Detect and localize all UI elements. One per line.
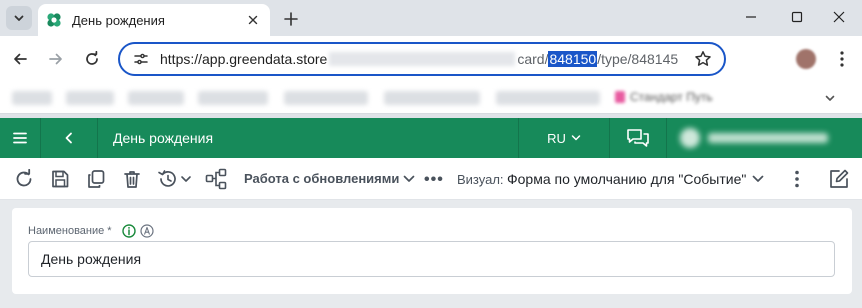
- bookmark-item[interactable]: [128, 91, 184, 105]
- visual-value: Форма по умолчанию для "Событие": [507, 171, 747, 187]
- url-selected: 848150: [548, 51, 598, 67]
- chat-button[interactable]: [610, 118, 666, 158]
- info-icon[interactable]: [121, 224, 136, 238]
- refresh-button[interactable]: [12, 167, 36, 191]
- url-text: https://app.greendata.store card/ 848150…: [160, 51, 692, 67]
- app-header: День рождения RU: [0, 118, 862, 158]
- save-button[interactable]: [48, 167, 72, 191]
- chevron-down-icon: [825, 95, 835, 101]
- reload-icon: [86, 51, 98, 65]
- copy-button[interactable]: [84, 167, 108, 191]
- tab-title: День рождения: [72, 12, 165, 28]
- bookmarks-overflow-button[interactable]: [822, 90, 838, 106]
- kebab-menu-icon: [840, 51, 844, 67]
- more-actions-button[interactable]: •••: [424, 171, 444, 189]
- language-label: RU: [547, 130, 566, 146]
- edit-icon: [830, 169, 849, 188]
- bookmark-item[interactable]: [66, 91, 114, 105]
- chevron-down-icon: [14, 15, 24, 21]
- page-title: День рождения: [113, 130, 214, 146]
- visual-dropdown[interactable]: Форма по умолчанию для "Событие": [507, 171, 764, 187]
- name-field-label-row: Наименование *: [28, 224, 154, 238]
- bookmark-item[interactable]: [384, 91, 480, 105]
- save-icon: [52, 170, 69, 188]
- bookmark-star-icon[interactable]: [692, 48, 714, 70]
- tab-search-button[interactable]: [6, 6, 32, 30]
- browser-tabstrip: День рождения: [0, 0, 862, 36]
- close-icon: [833, 11, 845, 23]
- bookmark-label: Стандарт Путь: [630, 90, 713, 104]
- kebab-menu-icon: [795, 170, 799, 188]
- language-selector[interactable]: RU: [519, 118, 609, 158]
- auto-text-icon[interactable]: [139, 224, 154, 238]
- edit-form-button[interactable]: [826, 166, 852, 192]
- bookmark-item[interactable]: [198, 91, 268, 105]
- bookmark-favicon-icon: [615, 91, 625, 103]
- bookmarks-bar: Стандарт Путь: [0, 82, 862, 114]
- copy-icon: [88, 170, 105, 188]
- refresh-icon: [16, 169, 32, 187]
- url-middle: card/: [517, 51, 549, 67]
- bookmark-item[interactable]: [12, 91, 52, 105]
- plus-icon: [284, 12, 298, 26]
- profile-avatar[interactable]: [796, 49, 816, 69]
- chevron-down-icon: [404, 175, 415, 182]
- history-button[interactable]: [156, 167, 194, 191]
- close-window-button[interactable]: [816, 0, 862, 34]
- user-name-redacted: [708, 133, 828, 143]
- url-suffix: /type/848145: [597, 51, 679, 67]
- greendata-logo-icon: [47, 13, 61, 27]
- browser-menu-button[interactable]: [832, 47, 852, 71]
- bookmark-item[interactable]: Стандарт Путь: [614, 90, 713, 104]
- name-field-label: Наименование *: [28, 225, 112, 237]
- address-bar[interactable]: https://app.greendata.store card/ 848150…: [118, 42, 726, 76]
- minimize-icon: [746, 16, 756, 18]
- form-area: Наименование *: [0, 200, 862, 308]
- update-mode-dropdown[interactable]: Работа с обновлениями: [244, 171, 415, 186]
- user-menu[interactable]: [680, 127, 848, 149]
- maximize-button[interactable]: [774, 0, 820, 34]
- history-icon: [158, 170, 191, 187]
- share-nodes-icon: [205, 168, 227, 190]
- chevron-left-icon: [65, 132, 72, 144]
- chevron-down-icon: [753, 175, 764, 182]
- new-tab-button[interactable]: [280, 8, 302, 30]
- maximize-icon: [791, 11, 803, 23]
- close-tab-icon[interactable]: [244, 11, 262, 29]
- browser-toolbar: https://app.greendata.store card/ 848150…: [0, 36, 862, 82]
- back-nav-button[interactable]: [41, 118, 97, 158]
- hamburger-icon: [13, 132, 27, 144]
- relations-button[interactable]: [204, 167, 228, 191]
- visual-options-button[interactable]: [790, 167, 804, 191]
- forward-button[interactable]: [44, 47, 68, 71]
- reload-button[interactable]: [80, 47, 104, 71]
- visual-label: Визуал:: [457, 172, 504, 187]
- site-info-icon[interactable]: [132, 50, 150, 68]
- arrow-left-icon: [14, 53, 27, 65]
- chat-icon: [627, 129, 649, 147]
- trash-icon: [124, 171, 140, 188]
- bookmark-item[interactable]: [496, 91, 600, 105]
- minimize-button[interactable]: [728, 0, 774, 34]
- delete-button[interactable]: [120, 167, 144, 191]
- browser-tab-active[interactable]: День рождения: [38, 4, 270, 36]
- avatar: [680, 128, 700, 148]
- record-toolbar: Работа с обновлениями ••• Визуал: Форма …: [0, 158, 862, 200]
- url-redacted: [329, 52, 516, 66]
- name-input[interactable]: [28, 241, 835, 277]
- arrow-right-icon: [49, 53, 62, 65]
- url-prefix: https://app.greendata.store: [160, 51, 328, 67]
- bookmark-item[interactable]: [284, 91, 368, 105]
- back-button[interactable]: [8, 47, 32, 71]
- hamburger-menu-button[interactable]: [0, 118, 40, 158]
- update-mode-label: Работа с обновлениями: [244, 171, 400, 186]
- chevron-down-icon: [571, 135, 581, 141]
- form-card: Наименование *: [12, 208, 852, 294]
